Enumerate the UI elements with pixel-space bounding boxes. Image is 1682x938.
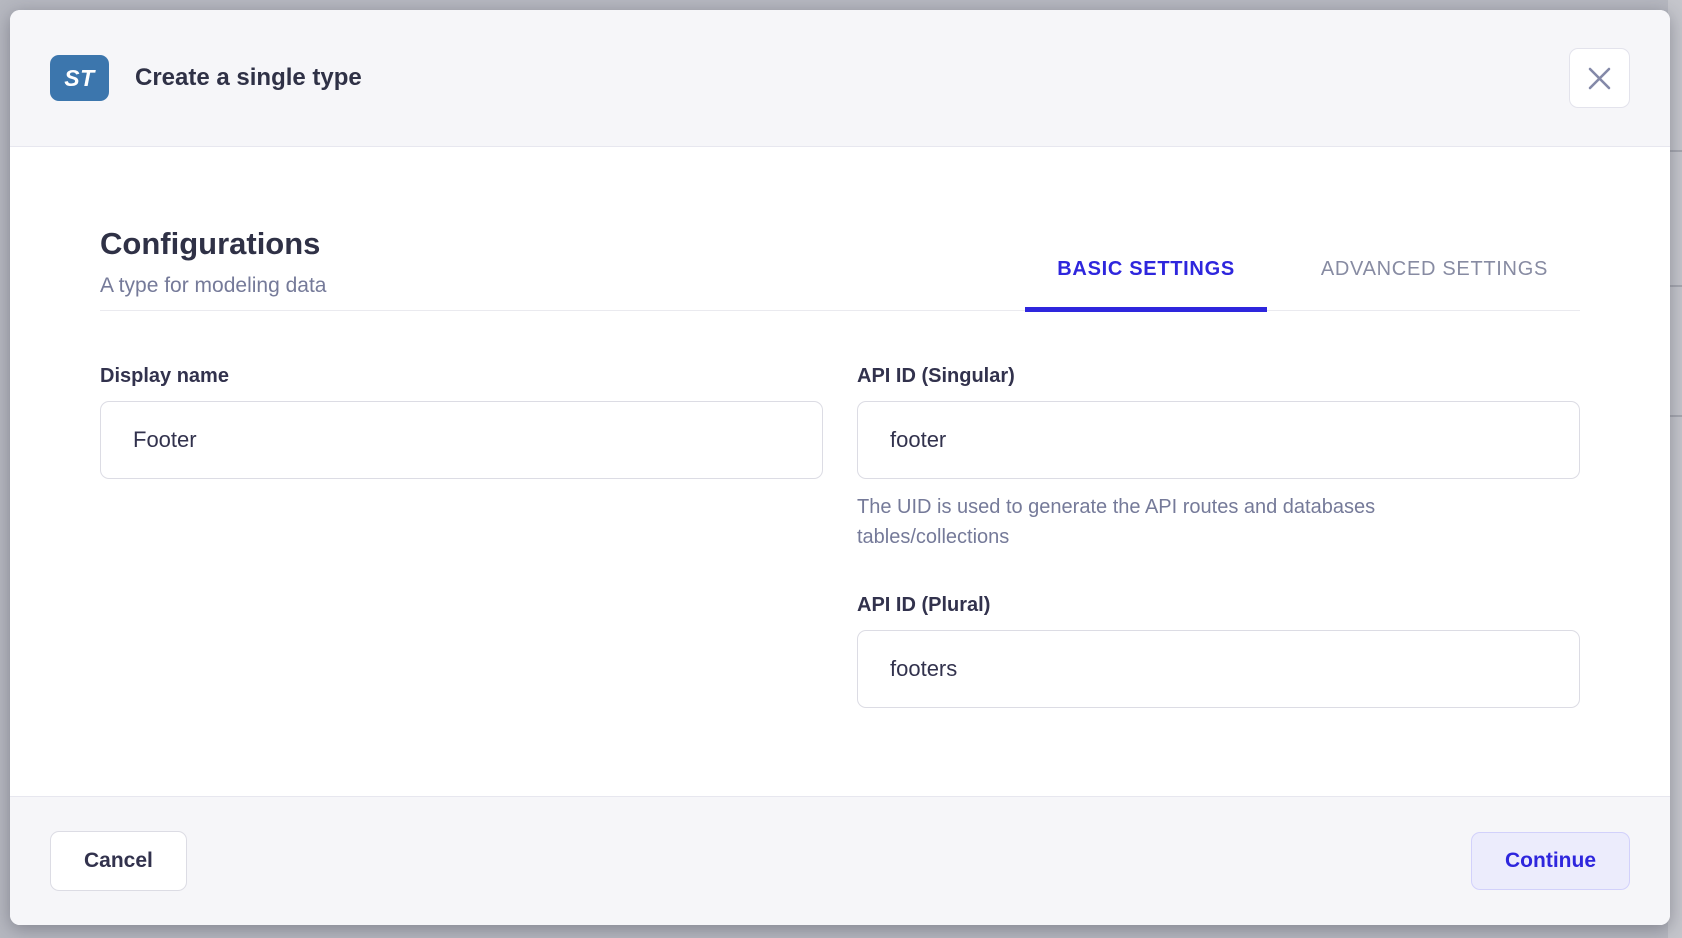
display-name-field-group: Display name [100,365,823,479]
api-id-plural-input[interactable] [857,630,1580,708]
api-id-singular-input[interactable] [857,401,1580,479]
api-id-plural-field-group: API ID (Plural) [857,594,1580,708]
display-name-input[interactable] [100,401,823,479]
api-id-singular-field-group: API ID (Singular) The UID is used to gen… [857,365,1580,552]
config-heading-block: Configurations A type for modeling data [100,227,326,310]
settings-tabs: BASIC SETTINGS ADVANCED SETTINGS [1025,258,1580,311]
background-content-edge [1668,0,1682,938]
configurations-form: Display name API ID (Singular) The UID i… [100,365,1580,708]
modal-title: Create a single type [135,64,362,92]
tab-advanced-settings[interactable]: ADVANCED SETTINGS [1289,258,1580,311]
continue-button[interactable]: Continue [1471,832,1630,890]
modal-body: Configurations A type for modeling data … [10,147,1670,796]
config-header-row: Configurations A type for modeling data … [100,227,1580,311]
display-name-label: Display name [100,365,823,388]
cancel-button[interactable]: Cancel [50,831,187,891]
form-right-column: API ID (Singular) The UID is used to gen… [857,365,1580,708]
close-icon [1586,65,1613,92]
api-id-plural-label: API ID (Plural) [857,594,1580,617]
background-divider [1668,415,1682,417]
tab-basic-settings[interactable]: BASIC SETTINGS [1025,258,1267,311]
background-divider [1668,285,1682,287]
modal-header: ST Create a single type [10,10,1670,147]
api-id-singular-hint: The UID is used to generate the API rout… [857,492,1497,552]
create-single-type-modal: ST Create a single type Configurations A… [10,10,1670,925]
form-left-column: Display name [100,365,823,708]
background-divider [1668,150,1682,152]
config-title: Configurations [100,227,326,261]
single-type-icon: ST [50,55,109,101]
api-id-singular-label: API ID (Singular) [857,365,1580,388]
config-subtitle: A type for modeling data [100,274,326,298]
close-button[interactable] [1569,48,1630,108]
modal-footer: Cancel Continue [10,796,1670,925]
